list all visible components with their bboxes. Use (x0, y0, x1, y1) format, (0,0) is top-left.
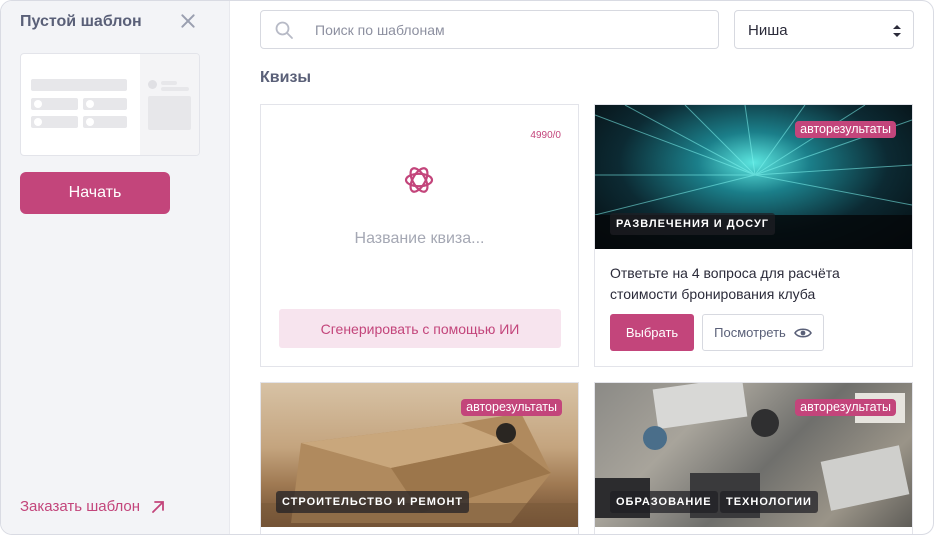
auto-results-badge: авторезультаты (795, 399, 896, 416)
search-box (260, 10, 719, 49)
arrow-up-right-icon (152, 500, 164, 513)
template-picker-window: Пустой шаблон Начать Заказать шаблон Пои… (0, 0, 934, 535)
order-template-label: Заказать шаблон (20, 498, 141, 515)
auto-results-badge: авторезультаты (461, 399, 562, 416)
preview-bar (31, 79, 127, 91)
select-template-button[interactable]: Выбрать (610, 314, 694, 351)
template-image: авторезультаты ОБРАЗОВАНИЕ ТЕХНОЛОГИИ (595, 383, 912, 527)
openai-icon (404, 167, 434, 193)
preview-dot (34, 100, 42, 108)
section-title: Квизы (260, 69, 312, 86)
template-image: авторезультаты РАЗВЛЕЧЕНИЯ И ДОСУГ (595, 105, 912, 249)
niche-select[interactable]: Ниша (734, 10, 914, 49)
empty-template-preview[interactable] (20, 53, 200, 156)
generate-with-ai-button[interactable]: Сгенерировать с помощью ИИ (279, 309, 561, 348)
preview-bar (161, 87, 189, 91)
sort-arrows-icon (893, 25, 901, 37)
auto-results-badge: авторезультаты (795, 121, 896, 138)
search-input[interactable] (315, 11, 710, 48)
order-template-link[interactable]: Заказать шаблон (20, 498, 166, 515)
category-tag: РАЗВЛЕЧЕНИЯ И ДОСУГ (610, 213, 776, 235)
category-tag: ТЕХНОЛОГИИ (720, 491, 818, 513)
category-tag: ОБРАЗОВАНИЕ (610, 491, 718, 513)
close-icon[interactable] (177, 10, 199, 32)
template-card[interactable]: авторезультаты РАЗВЛЕЧЕНИЯ И ДОСУГ Ответ… (594, 104, 913, 367)
template-card[interactable]: авторезультаты ОБРАЗОВАНИЕ ТЕХНОЛОГИИ (594, 382, 913, 534)
niche-select-value: Ниша (748, 22, 788, 39)
category-tag: СТРОИТЕЛЬСТВО И РЕМОНТ (276, 491, 470, 513)
preview-template-button[interactable]: Посмотреть (702, 314, 824, 351)
preview-dot (148, 80, 157, 89)
template-title: Ответьте на 4 вопроса для расчёта стоимо… (610, 265, 840, 302)
eye-icon (793, 327, 812, 338)
template-image: авторезультаты СТРОИТЕЛЬСТВО И РЕМОНТ (261, 383, 578, 527)
preview-dot (86, 118, 94, 126)
preview-side-panel (140, 54, 199, 155)
ai-quiz-card: 4990/0 Название квиза... Сгенерировать с… (260, 104, 579, 367)
start-button[interactable]: Начать (20, 172, 170, 214)
sidebar: Пустой шаблон Начать Заказать шаблон (1, 1, 230, 534)
template-card[interactable]: авторезультаты СТРОИТЕЛЬСТВО И РЕМОНТ (260, 382, 579, 534)
preview-dot (34, 118, 42, 126)
preview-label: Посмотреть (714, 325, 786, 340)
quiz-name-placeholder[interactable]: Название квиза... (261, 230, 578, 248)
preview-dot (86, 100, 94, 108)
preview-bar (161, 81, 177, 85)
search-icon (275, 21, 293, 39)
character-counter: 4990/0 (530, 130, 561, 141)
preview-image-block (148, 96, 191, 130)
sidebar-title: Пустой шаблон (20, 13, 142, 30)
